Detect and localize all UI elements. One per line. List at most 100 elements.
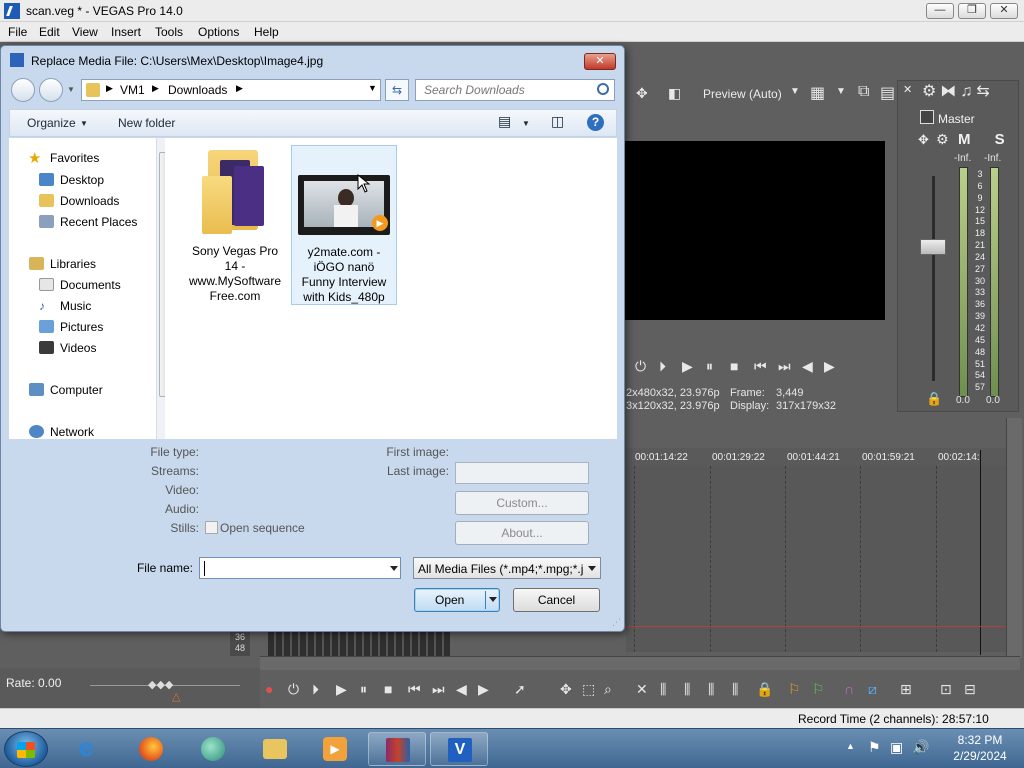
- taskbar-vegas-pro[interactable]: V: [430, 732, 488, 766]
- vertical-scrollbar[interactable]: [1006, 418, 1022, 658]
- lock-icon[interactable]: 🔒: [926, 391, 942, 407]
- go-to-start-icon[interactable]: ⏮: [408, 681, 421, 698]
- next-frame-icon[interactable]: ▶: [824, 358, 835, 375]
- nav-network[interactable]: Network: [29, 425, 94, 439]
- menu-file[interactable]: File: [8, 25, 27, 39]
- search-input[interactable]: Search Downloads: [424, 83, 525, 97]
- chevron-down-icon[interactable]: [588, 566, 596, 571]
- master-fader-knob[interactable]: [920, 239, 946, 255]
- master-fx-icon[interactable]: [920, 110, 934, 124]
- new-folder-button[interactable]: New folder: [118, 116, 175, 130]
- track-area[interactable]: [626, 466, 1006, 652]
- save-snapshot-icon[interactable]: ▤: [880, 83, 895, 103]
- action-center-flag-icon[interactable]: ⚑: [868, 739, 881, 756]
- cancel-button[interactable]: Cancel: [513, 588, 600, 612]
- menu-view[interactable]: View: [72, 25, 98, 39]
- chevron-right-icon[interactable]: ▶: [236, 83, 243, 94]
- search-box[interactable]: Search Downloads: [415, 79, 615, 101]
- breadcrumb-vm1[interactable]: VM1: [120, 83, 145, 97]
- volume-icon[interactable]: 🔊: [912, 739, 929, 756]
- search-icon[interactable]: [597, 83, 609, 95]
- taskbar-media-app[interactable]: [184, 732, 242, 766]
- timeline-ruler[interactable]: 00:01:14:22 00:01:29:22 00:01:44:21 00:0…: [626, 448, 1006, 466]
- show-hidden-icons[interactable]: ▲: [846, 741, 855, 751]
- chevron-right-icon[interactable]: ▶: [152, 83, 159, 94]
- dialog-close-button[interactable]: ✕: [584, 53, 616, 70]
- play-from-start-icon[interactable]: ⏵: [659, 358, 666, 375]
- rate-slider-thumb[interactable]: ◆◆◆: [148, 678, 173, 691]
- auto-ripple-icon[interactable]: ⧄: [868, 681, 877, 698]
- nav-videos[interactable]: Videos: [39, 341, 96, 355]
- breadcrumb-downloads[interactable]: Downloads: [168, 83, 227, 97]
- refresh-button[interactable]: ⇆: [385, 79, 409, 101]
- region-icon[interactable]: ⚐: [812, 681, 825, 698]
- chevron-right-icon[interactable]: ▶: [106, 83, 113, 94]
- normal-edit-tool-icon[interactable]: ➚: [514, 681, 526, 698]
- network-tray-icon[interactable]: ▣: [890, 739, 903, 756]
- minimize-button[interactable]: —: [926, 3, 954, 19]
- master-toolbar-icons[interactable]: ⚙⧓♫⇆: [922, 81, 994, 101]
- preview-pane-icon[interactable]: ◫: [551, 113, 564, 130]
- loop-icon[interactable]: ⏻: [288, 681, 299, 698]
- chevron-down-icon[interactable]: ▼: [80, 119, 88, 128]
- next-frame-icon[interactable]: ▶: [478, 681, 489, 698]
- previous-frame-icon[interactable]: ◀: [802, 358, 813, 375]
- chevron-down-icon[interactable]: ▼: [67, 85, 75, 94]
- chevron-down-icon[interactable]: ▼: [836, 86, 846, 97]
- taskbar-file-explorer[interactable]: [246, 732, 304, 766]
- forward-button[interactable]: [39, 78, 63, 102]
- playhead[interactable]: [980, 450, 981, 655]
- open-sequence-checkbox[interactable]: [205, 521, 218, 534]
- chevron-down-icon[interactable]: [390, 566, 398, 571]
- nav-downloads[interactable]: Downloads: [39, 194, 119, 208]
- nav-desktop[interactable]: Desktop: [39, 173, 104, 187]
- snapping-icon[interactable]: ∩: [844, 681, 854, 697]
- nav-libraries[interactable]: Libraries: [29, 257, 96, 271]
- move-icon[interactable]: ✥: [918, 132, 929, 148]
- resize-grip-icon[interactable]: ⋰: [612, 617, 621, 628]
- back-button[interactable]: [11, 78, 35, 102]
- file-name-input[interactable]: [199, 557, 401, 579]
- taskbar-clock[interactable]: 8:32 PM 2/29/2024: [945, 732, 1015, 764]
- lock-envelopes-icon[interactable]: ⊞: [900, 681, 912, 698]
- volume-envelope[interactable]: [626, 626, 1006, 627]
- last-image-field[interactable]: [455, 462, 589, 484]
- menu-edit[interactable]: Edit: [39, 25, 60, 39]
- split-icon[interactable]: ⫼: [732, 681, 738, 698]
- file-type-select[interactable]: All Media Files (*.mp4;*.mpg;*.j: [413, 557, 601, 579]
- trim-start-icon[interactable]: ⫼: [684, 681, 690, 698]
- preview-quality-dropdown[interactable]: Preview (Auto): [703, 87, 782, 101]
- play-icon[interactable]: ▶: [336, 681, 347, 698]
- stop-icon[interactable]: ■: [730, 358, 738, 374]
- pause-icon[interactable]: ⏸: [706, 358, 713, 375]
- fx-gear-icon[interactable]: ⚙: [936, 131, 949, 148]
- nav-computer[interactable]: Computer: [29, 383, 103, 397]
- taskbar-firefox[interactable]: [122, 732, 180, 766]
- marker-icon[interactable]: ⚐: [788, 681, 801, 698]
- pause-icon[interactable]: ⏸: [360, 681, 367, 698]
- file-item-y2mate-video[interactable]: ▶ y2mate.com - iÖGO nanö Funny Interview…: [291, 145, 397, 305]
- nav-pictures[interactable]: Pictures: [39, 320, 103, 334]
- lock-icon[interactable]: 🔒: [756, 681, 773, 698]
- play-icon[interactable]: ▶: [682, 358, 693, 375]
- record-icon[interactable]: ●: [265, 681, 273, 697]
- file-item-sony-vegas-folder[interactable]: Sony Vegas Pro 14 - www.MySoftware Free.…: [185, 146, 285, 304]
- go-to-end-icon[interactable]: ⏭: [778, 358, 791, 375]
- trim-end-icon[interactable]: ⫼: [708, 681, 714, 698]
- organize-button[interactable]: Organize: [27, 116, 76, 130]
- selection-tool-icon[interactable]: ⬚: [582, 681, 595, 698]
- grid-overlay-icon[interactable]: ▦: [810, 83, 825, 103]
- previous-frame-icon[interactable]: ◀: [456, 681, 467, 698]
- mute-solo-buttons[interactable]: M S: [958, 131, 1015, 148]
- taskbar-media-player[interactable]: ▶: [306, 732, 364, 766]
- nav-documents[interactable]: Documents: [39, 278, 121, 292]
- go-to-end-icon[interactable]: ⏭: [432, 681, 445, 698]
- split-screen-icon[interactable]: ✥: [636, 85, 648, 102]
- chevron-down-icon[interactable]: [489, 597, 497, 602]
- timeline-scrollbar[interactable]: [260, 656, 1020, 670]
- custom-button[interactable]: Custom...: [455, 491, 589, 515]
- delete-icon[interactable]: ✕: [636, 681, 648, 698]
- stop-icon[interactable]: ■: [384, 681, 392, 697]
- preview-overlay-icon[interactable]: ◧: [668, 85, 681, 102]
- menu-options[interactable]: Options: [198, 25, 239, 39]
